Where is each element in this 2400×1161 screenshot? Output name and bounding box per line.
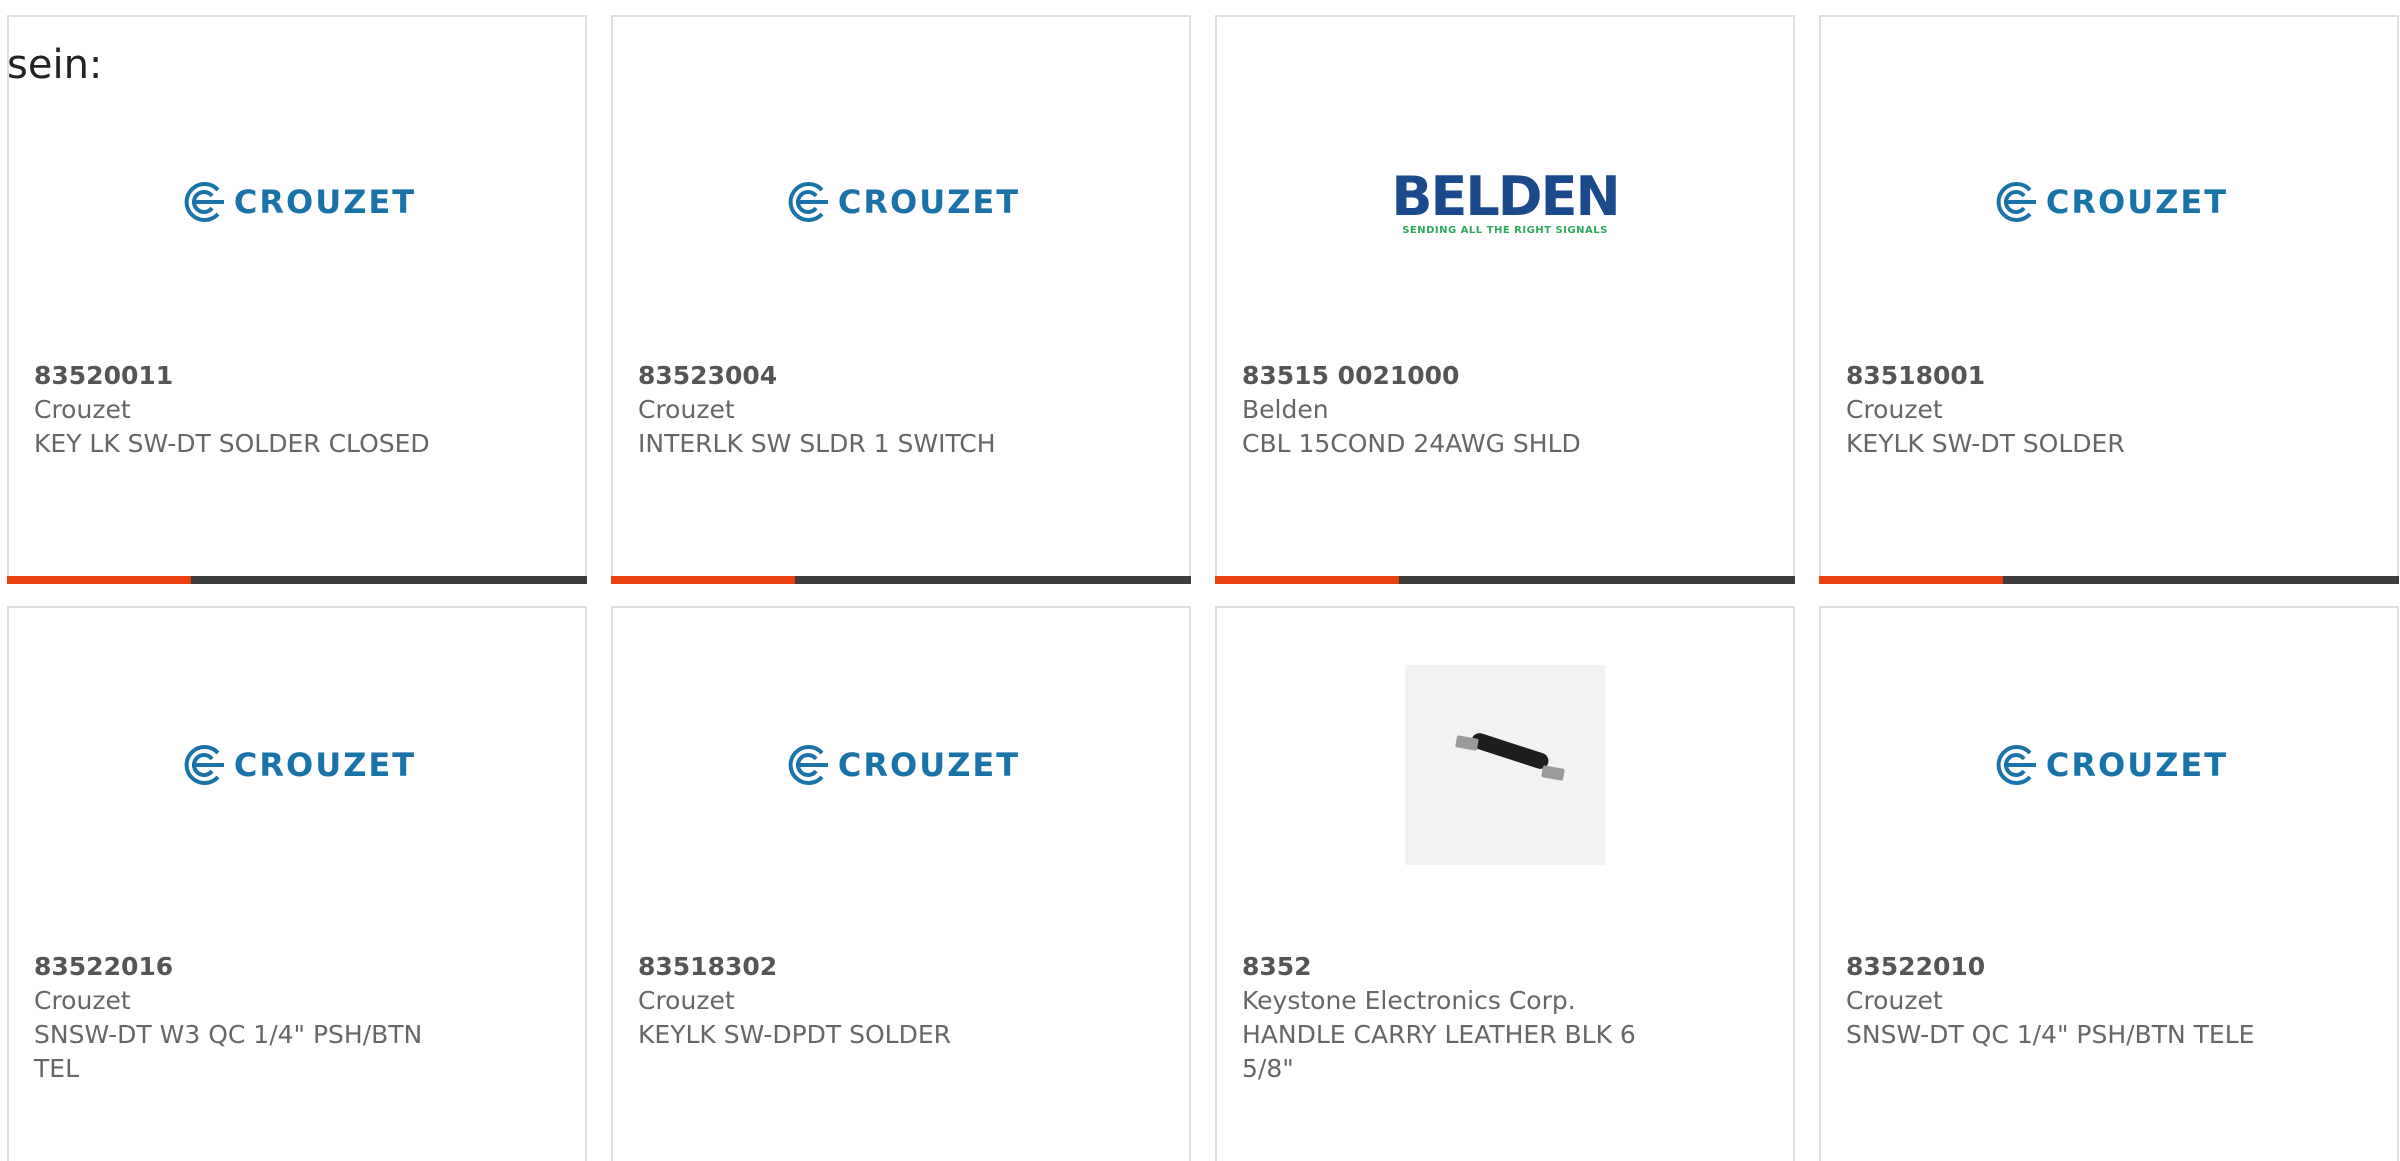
card-bottom-bar [1215,576,1795,584]
crouzet-emblem-icon [788,182,828,222]
crouzet-logo: CROUZET [178,182,416,222]
part-number[interactable]: 8352 [1242,950,1653,984]
manufacturer-name: Crouzet [1846,395,1943,424]
manufacturer-logo: CROUZET [613,665,1189,865]
card-bottom-bar [1819,576,2399,584]
product-info: 83515 0021000 Belden CBL 15COND 24AWG SH… [1242,359,1653,461]
belden-logo-text: BELDEN [1391,164,1620,228]
crouzet-logo-text: CROUZET [837,183,1021,221]
product-card[interactable]: 8352 Keystone Electronics Corp. HANDLE C… [1215,606,1795,1161]
product-card[interactable]: CROUZET 83518001 Crouzet KEYLK SW-DT SOL… [1819,15,2399,584]
crouzet-emblem-icon [184,745,224,785]
card-accent-bar [1819,576,2003,584]
product-description: SNSW-DT QC 1/4" PSH/BTN TELE [1846,1020,2255,1049]
card-accent-bar [611,576,795,584]
crouzet-logo: CROUZET [1990,182,2228,222]
part-number[interactable]: 83515 0021000 [1242,359,1653,393]
product-card[interactable]: CROUZET 83518302 Crouzet KEYLK SW-DPDT S… [611,606,1191,1161]
manufacturer-logo: CROUZET [9,665,585,865]
product-description: INTERLK SW SLDR 1 SWITCH [638,429,996,458]
product-description: CBL 15COND 24AWG SHLD [1242,429,1581,458]
product-info: 83520011 Crouzet KEY LK SW-DT SOLDER CLO… [34,359,445,461]
manufacturer-logo: CROUZET [1821,665,2397,865]
product-info: 83522016 Crouzet SNSW-DT W3 QC 1/4" PSH/… [34,950,445,1086]
card-accent-bar [7,576,191,584]
card-accent-bar [1215,576,1399,584]
manufacturer-logo: CROUZET [9,152,585,252]
crouzet-logo-text: CROUZET [2045,746,2229,784]
crouzet-emblem-icon [1996,182,2036,222]
manufacturer-name: Keystone Electronics Corp. [1242,986,1576,1015]
product-list-page: CROUZET 83520011 Crouzet KEY LK SW-DT SO… [0,0,2400,1161]
part-number[interactable]: 83518302 [638,950,1049,984]
product-description: KEY LK SW-DT SOLDER CLOSED [34,429,430,458]
product-card[interactable]: CROUZET 83522016 Crouzet SNSW-DT W3 QC 1… [7,606,587,1161]
product-description: HANDLE CARRY LEATHER BLK 6 5/8" [1242,1020,1636,1083]
intro-text: sein: [7,42,103,88]
crouzet-logo: CROUZET [178,745,416,785]
crouzet-logo-text: CROUZET [233,746,417,784]
product-info: 8352 Keystone Electronics Corp. HANDLE C… [1242,950,1653,1086]
crouzet-logo-text: CROUZET [837,746,1021,784]
manufacturer-logo: BELDEN SENDING ALL THE RIGHT SIGNALS [1217,152,1793,252]
manufacturer-name: Belden [1242,395,1329,424]
part-number[interactable]: 83523004 [638,359,1049,393]
manufacturer-name: Crouzet [638,986,735,1015]
product-description: KEYLK SW-DPDT SOLDER [638,1020,952,1049]
product-description: KEYLK SW-DT SOLDER [1846,429,2125,458]
part-number[interactable]: 83518001 [1846,359,2257,393]
manufacturer-name: Crouzet [638,395,735,424]
product-info: 83522010 Crouzet SNSW-DT QC 1/4" PSH/BTN… [1846,950,2257,1052]
manufacturer-name: Crouzet [34,986,131,1015]
product-card[interactable]: CROUZET 83522010 Crouzet SNSW-DT QC 1/4"… [1819,606,2399,1161]
product-grid: CROUZET 83520011 Crouzet KEY LK SW-DT SO… [7,15,2399,1161]
crouzet-logo-text: CROUZET [2045,183,2229,221]
belden-logo: BELDEN SENDING ALL THE RIGHT SIGNALS [1391,164,1620,236]
crouzet-logo-text: CROUZET [233,183,417,221]
product-info: 83518001 Crouzet KEYLK SW-DT SOLDER [1846,359,2257,461]
product-card[interactable]: BELDEN SENDING ALL THE RIGHT SIGNALS 835… [1215,15,1795,584]
manufacturer-name: Crouzet [1846,986,1943,1015]
belden-tagline: SENDING ALL THE RIGHT SIGNALS [1402,224,1608,236]
crouzet-logo: CROUZET [1990,745,2228,785]
handle-photo [1405,665,1605,865]
part-number[interactable]: 83520011 [34,359,445,393]
manufacturer-logo: CROUZET [613,152,1189,252]
manufacturer-logo: CROUZET [1821,152,2397,252]
product-card[interactable]: CROUZET 83520011 Crouzet KEY LK SW-DT SO… [7,15,587,584]
product-info: 83518302 Crouzet KEYLK SW-DPDT SOLDER [638,950,1049,1052]
card-bottom-bar [7,576,587,584]
part-number[interactable]: 83522010 [1846,950,2257,984]
crouzet-logo: CROUZET [782,182,1020,222]
product-description: SNSW-DT W3 QC 1/4" PSH/BTN TEL [34,1020,423,1083]
crouzet-logo: CROUZET [782,745,1020,785]
crouzet-emblem-icon [788,745,828,785]
product-image [1217,665,1793,865]
part-number[interactable]: 83522016 [34,950,445,984]
carry-handle-icon [1455,733,1565,781]
crouzet-emblem-icon [1996,745,2036,785]
product-info: 83523004 Crouzet INTERLK SW SLDR 1 SWITC… [638,359,1049,461]
product-card[interactable]: CROUZET 83523004 Crouzet INTERLK SW SLDR… [611,15,1191,584]
manufacturer-name: Crouzet [34,395,131,424]
crouzet-emblem-icon [184,182,224,222]
card-bottom-bar [611,576,1191,584]
